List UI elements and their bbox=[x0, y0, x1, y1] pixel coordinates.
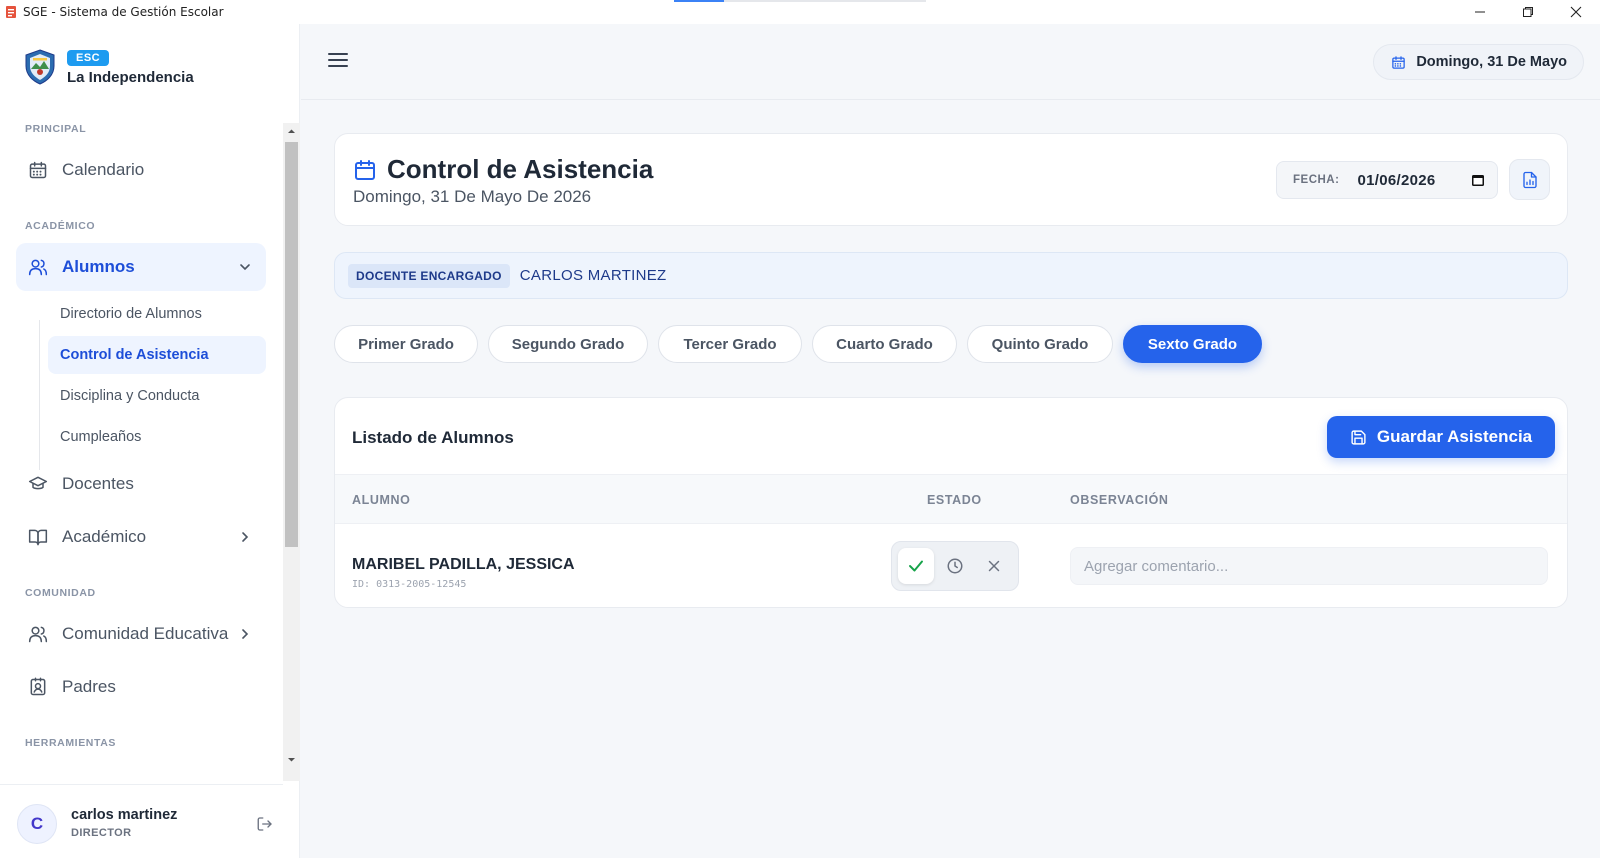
user-panel: C carlos martinez DIRECTOR bbox=[0, 784, 283, 858]
teacher-label: DOCENTE ENCARGADO bbox=[348, 263, 510, 288]
current-date-pill: Domingo, 31 De Mayo bbox=[1373, 44, 1584, 80]
section-label-herramientas: HERRAMIENTAS bbox=[25, 737, 117, 749]
save-attendance-button[interactable]: Guardar Asistencia bbox=[1327, 416, 1555, 458]
check-icon bbox=[909, 560, 923, 572]
clock-icon bbox=[947, 558, 963, 574]
book-open-icon bbox=[28, 529, 48, 546]
report-button[interactable] bbox=[1509, 159, 1550, 200]
tab-primer-grado[interactable]: Primer Grado bbox=[334, 325, 478, 363]
teacher-name: CARLOS MARTINEZ bbox=[519, 267, 667, 284]
restore-icon bbox=[1523, 7, 1533, 17]
current-date: Domingo, 31 De Mayo bbox=[1416, 54, 1567, 70]
users-icon bbox=[28, 259, 48, 276]
logout-icon[interactable] bbox=[256, 815, 274, 833]
subitem-control-asistencia[interactable]: Control de Asistencia bbox=[48, 336, 266, 374]
page-subtitle: Domingo, 31 De Mayo De 2026 bbox=[353, 187, 592, 206]
chevron-right-icon bbox=[242, 532, 249, 542]
calendar-icon bbox=[1392, 55, 1406, 69]
user-role: DIRECTOR bbox=[71, 827, 132, 839]
chevron-right-icon bbox=[242, 629, 249, 639]
window-titlebar: SGE - Sistema de Gestión Escolar bbox=[0, 0, 1600, 24]
date-input[interactable]: FECHA: 01/06/2026 bbox=[1276, 161, 1498, 199]
sidebar-item-label: Docentes bbox=[62, 474, 134, 493]
comment-input[interactable]: Agregar comentario... bbox=[1070, 547, 1548, 585]
minimize-button[interactable] bbox=[1456, 0, 1504, 24]
section-label-comunidad: COMUNIDAD bbox=[25, 587, 96, 599]
subitem-cumpleanos[interactable]: Cumpleaños bbox=[48, 418, 266, 456]
contact-icon bbox=[30, 677, 46, 696]
restore-button[interactable] bbox=[1504, 0, 1552, 24]
scroll-up-arrow-icon[interactable] bbox=[287, 127, 296, 136]
submenu-guide-line bbox=[39, 320, 40, 470]
date-input-label: FECHA: bbox=[1293, 174, 1340, 186]
date-input-value[interactable]: 01/06/2026 bbox=[1357, 172, 1435, 189]
file-chart-icon bbox=[1522, 171, 1537, 188]
sidebar-item-label: Padres bbox=[62, 677, 116, 696]
tab-sexto-grado[interactable]: Sexto Grado bbox=[1123, 325, 1262, 363]
sidebar-item-calendario[interactable]: Calendario bbox=[16, 146, 266, 194]
present-button[interactable] bbox=[898, 548, 934, 584]
sidebar-item-padres[interactable]: Padres bbox=[16, 663, 266, 711]
sidebar-item-label: Calendario bbox=[62, 160, 145, 179]
column-header-alumno: ALUMNO bbox=[352, 493, 411, 507]
section-label-academico: ACADÉMICO bbox=[25, 220, 96, 232]
table-row: MARIBEL PADILLA, JESSICA ID: 0313-2005-1… bbox=[335, 524, 1567, 607]
save-attendance-label: Guardar Asistencia bbox=[1376, 427, 1533, 446]
late-button[interactable] bbox=[937, 548, 973, 584]
scroll-down-arrow-icon[interactable] bbox=[287, 755, 296, 764]
brand[interactable]: ESC La Independencia bbox=[24, 48, 194, 86]
student-id: ID: 0313-2005-12545 bbox=[352, 579, 467, 590]
tab-quinto-grado[interactable]: Quinto Grado bbox=[967, 325, 1113, 363]
page-header-card: Control de Asistencia Domingo, 31 De May… bbox=[334, 133, 1568, 226]
save-icon bbox=[1351, 429, 1366, 445]
users-icon bbox=[28, 626, 48, 643]
sidebar-scrollbar-thumb[interactable] bbox=[285, 142, 298, 547]
sidebar-item-label: Comunidad Educativa bbox=[62, 624, 229, 643]
student-name: MARIBEL PADILLA, JESSICA bbox=[352, 556, 575, 573]
chevron-down-icon bbox=[240, 264, 250, 271]
calendar-icon bbox=[29, 161, 47, 179]
sidebar-item-alumnos[interactable]: Alumnos bbox=[16, 243, 266, 291]
teacher-banner: DOCENTE ENCARGADO CARLOS MARTINEZ bbox=[334, 252, 1568, 299]
window-title: SGE - Sistema de Gestión Escolar bbox=[23, 5, 224, 19]
top-header: Domingo, 31 De Mayo bbox=[301, 24, 1600, 100]
loading-indicator bbox=[674, 0, 926, 2]
student-list-card: Listado de Alumnos Guardar Asistencia AL… bbox=[334, 397, 1568, 608]
sidebar-item-label: Alumnos bbox=[62, 257, 135, 276]
avatar[interactable]: C bbox=[17, 804, 57, 844]
app-icon bbox=[6, 6, 16, 18]
date-picker-icon[interactable] bbox=[1471, 173, 1485, 187]
user-name: carlos martinez bbox=[71, 807, 178, 823]
sidebar-item-comunidad-educativa[interactable]: Comunidad Educativa bbox=[16, 610, 266, 658]
close-icon bbox=[1570, 6, 1582, 18]
tab-segundo-grado[interactable]: Segundo Grado bbox=[488, 325, 648, 363]
subitem-disciplina-conducta[interactable]: Disciplina y Conducta bbox=[48, 377, 266, 415]
list-title: Listado de Alumnos bbox=[352, 428, 514, 447]
column-header-observacion: OBSERVACIÓN bbox=[1070, 493, 1169, 507]
subitem-directorio-alumnos[interactable]: Directorio de Alumnos bbox=[48, 295, 266, 333]
graduation-cap-icon bbox=[28, 476, 48, 490]
attendance-status-group bbox=[891, 541, 1019, 591]
sidebar-item-docentes[interactable]: Docentes bbox=[16, 460, 266, 508]
close-button[interactable] bbox=[1552, 0, 1600, 24]
absent-button[interactable] bbox=[976, 548, 1012, 584]
tab-tercer-grado[interactable]: Tercer Grado bbox=[658, 325, 802, 363]
sidebar: ESC La Independencia PRINCIPAL Calendari… bbox=[0, 24, 300, 858]
tab-cuarto-grado[interactable]: Cuarto Grado bbox=[812, 325, 957, 363]
school-badge: ESC bbox=[67, 50, 110, 66]
sidebar-item-academico[interactable]: Académico bbox=[16, 513, 266, 561]
page-title-text: Control de Asistencia bbox=[387, 154, 654, 184]
table-header: ALUMNO ESTADO OBSERVACIÓN bbox=[335, 474, 1567, 524]
x-icon bbox=[988, 560, 1000, 572]
section-label-principal: PRINCIPAL bbox=[25, 123, 87, 135]
sidebar-item-label: Académico bbox=[62, 527, 147, 546]
page-title: Control de Asistencia bbox=[353, 154, 653, 185]
hamburger-menu-icon[interactable] bbox=[327, 51, 349, 69]
column-header-estado: ESTADO bbox=[927, 493, 982, 507]
calendar-icon bbox=[355, 159, 375, 180]
minimize-icon bbox=[1475, 11, 1485, 13]
school-name: La Independencia bbox=[67, 69, 194, 86]
school-crest-icon bbox=[25, 49, 55, 85]
